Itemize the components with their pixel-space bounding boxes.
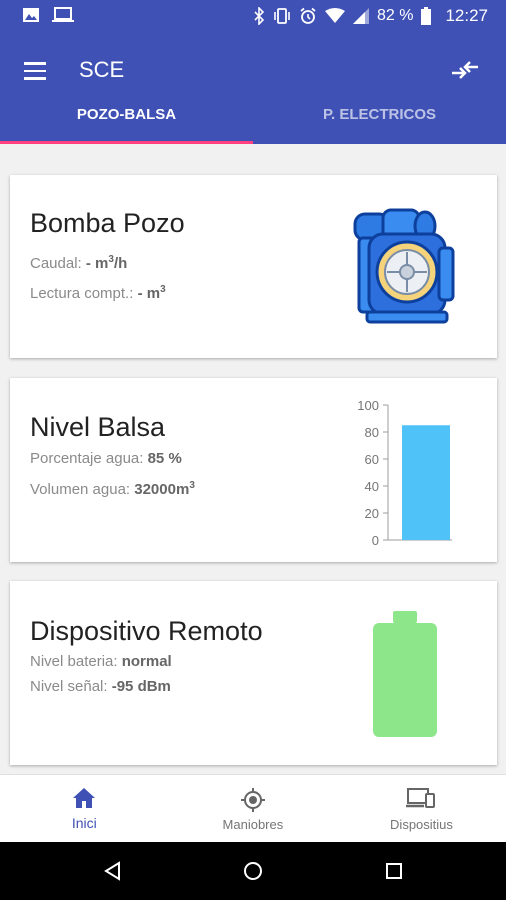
porcentaje-label: Porcentaje agua: [30, 450, 144, 467]
app-title: SCE [79, 57, 125, 82]
porcentaje-value: 85 % [147, 450, 182, 467]
chart-y-tick-label: 0 [372, 533, 379, 548]
laptop-notification-icon [52, 7, 74, 22]
status-bar: 82 % 12:27 [0, 0, 506, 32]
clock: 12:27 [445, 6, 488, 25]
image-notification-icon [23, 8, 39, 22]
system-navigation-bar [0, 842, 506, 900]
porcentaje-line: Porcentaje agua: 85 % [30, 450, 182, 467]
nav-label-inici: Inici [71, 815, 97, 831]
volumen-unit-sup: 3 [189, 480, 195, 491]
lectura-line: Lectura compt.: - m3 [30, 284, 166, 302]
devices-icon [406, 788, 436, 808]
app-bar: SCE POZO-BALSA P. ELECTRICOS [0, 32, 506, 144]
nav-label-dispositius: Dispositius [390, 817, 453, 832]
tab-p-electricos[interactable]: P. ELECTRICOS [253, 96, 506, 144]
chart-y-tick-label: 100 [357, 398, 379, 413]
caudal-unit-rest: /h [113, 255, 128, 272]
senal-label: Nivel señal: [30, 678, 108, 695]
volumen-line: Volumen agua: 32000m3 [30, 480, 195, 498]
caudal-line: Caudal: - m3/h [30, 254, 127, 272]
alarm-icon [300, 7, 316, 24]
bluetooth-icon [254, 7, 265, 25]
caudal-label: Caudal: [30, 255, 82, 272]
compare-arrows-icon[interactable] [450, 59, 480, 81]
chart-bar [402, 425, 450, 540]
nav-item-maniobres[interactable]: Maniobres [169, 775, 338, 843]
caudal-value: - m [85, 255, 109, 272]
chart-bars [402, 425, 450, 540]
card-dispositivo-remoto[interactable]: Dispositivo Remoto Nivel bateria: normal… [10, 581, 497, 765]
pump-icon [353, 208, 455, 324]
senal-line: Nivel señal: -95 dBm [30, 678, 171, 695]
chart-y-tick-label: 20 [365, 506, 379, 521]
lectura-value: - m [137, 285, 161, 302]
chart-y-tick-label: 80 [365, 425, 379, 440]
card-title-nivel: Nivel Balsa [30, 412, 166, 442]
card-title-bomba: Bomba Pozo [30, 208, 185, 238]
back-icon[interactable] [103, 861, 123, 881]
gps-icon [240, 788, 265, 812]
battery-percent: 82 % [376, 7, 414, 24]
nav-label-maniobres: Maniobres [222, 817, 284, 832]
volumen-label: Volumen agua: [30, 481, 131, 498]
lectura-unit-sup: 3 [160, 284, 166, 295]
nav-item-inici[interactable]: Inici [0, 775, 169, 843]
tab-pozo-balsa[interactable]: POZO-BALSA [0, 96, 253, 144]
card-nivel-balsa[interactable]: Nivel Balsa Porcentaje agua: 85 % Volume… [10, 378, 497, 562]
nav-item-dispositius[interactable]: Dispositius [337, 775, 506, 843]
bottom-navigation: Inici Maniobres Dispositius [0, 774, 506, 843]
vibrate-icon [274, 8, 290, 24]
senal-value: -95 dBm [111, 678, 171, 695]
card-title-dispositivo: Dispositivo Remoto [30, 616, 263, 646]
volumen-value: 32000m [134, 481, 190, 498]
menu-icon[interactable] [24, 62, 46, 80]
lectura-label: Lectura compt.: [30, 285, 134, 302]
home-icon [73, 788, 96, 808]
level-bar-chart: 0 20 40 60 80 100 [357, 398, 452, 548]
signal-icon [352, 8, 369, 24]
chart-y-tick-label: 60 [365, 452, 379, 467]
bateria-label: Nivel bateria: [30, 653, 118, 670]
recents-icon[interactable] [384, 861, 404, 881]
card-bomba-pozo[interactable]: Bomba Pozo Caudal: - m3/h Lectura compt.… [10, 175, 497, 358]
wifi-icon [324, 8, 345, 23]
bateria-line: Nivel bateria: normal [30, 653, 172, 670]
tab-bar: POZO-BALSA P. ELECTRICOS [0, 96, 506, 144]
bateria-value: normal [121, 653, 172, 670]
home-circle-icon[interactable] [243, 861, 263, 881]
chart-y-tick-label: 40 [365, 479, 379, 494]
battery-icon [421, 7, 432, 25]
battery-level-icon [373, 611, 437, 737]
